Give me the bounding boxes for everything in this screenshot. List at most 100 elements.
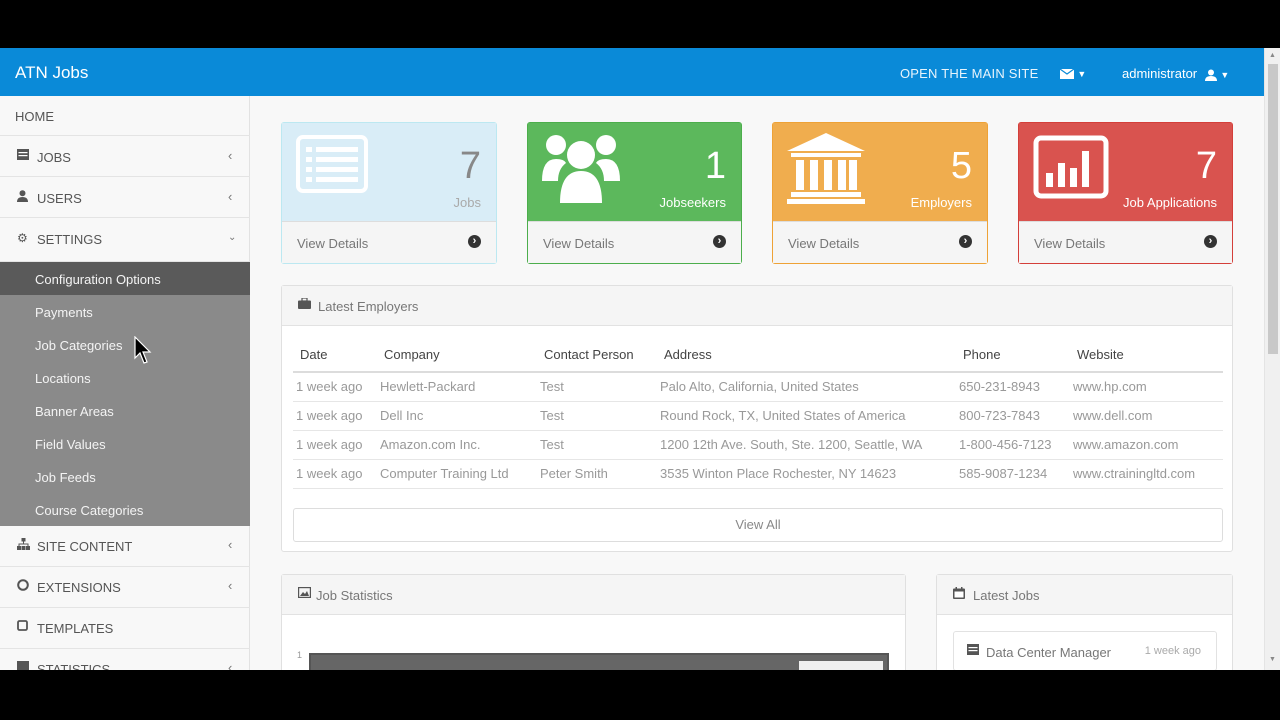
view-details-link[interactable]: View Details ›: [773, 221, 987, 263]
panel-title: Latest Employers: [318, 299, 419, 314]
scroll-down-icon[interactable]: ▼: [1269, 656, 1276, 663]
cell-date: 1 week ago: [293, 401, 377, 431]
column-header[interactable]: Company: [377, 338, 537, 373]
submenu-item-label: Job Categories: [35, 338, 123, 353]
stat-card-jobseekers: 1 Jobseekers View Details ›: [527, 122, 742, 264]
sidebar-item-label: JOBS: [37, 150, 71, 165]
submenu-item-job-categories[interactable]: Job Categories: [0, 328, 250, 361]
username: administrator: [1122, 66, 1198, 81]
stat-label: Employers: [910, 195, 972, 210]
sitemap-icon: [17, 538, 30, 550]
settings-submenu: Configuration Options Payments Job Categ…: [0, 262, 250, 526]
table-row[interactable]: 1 week ago Hewlett-Packard Test Palo Alt…: [293, 372, 1223, 402]
open-main-site-link[interactable]: OPEN THE MAIN SITE: [900, 66, 1038, 81]
submenu-item-job-feeds[interactable]: Job Feeds: [0, 460, 250, 493]
table-row[interactable]: 1 week ago Dell Inc Test Round Rock, TX,…: [293, 401, 1223, 431]
sidebar-item-label: USERS: [37, 191, 82, 206]
cell-address: Round Rock, TX, United States of America: [657, 401, 956, 431]
chart-y-tick: 1: [297, 650, 303, 660]
arrow-circle-right-icon: ›: [468, 235, 481, 248]
cell-phone: 650-231-8943: [956, 372, 1070, 402]
view-details-label: View Details: [297, 236, 369, 251]
list-alt-icon: [296, 135, 368, 193]
scroll-up-icon[interactable]: ▲: [1269, 52, 1276, 59]
sidebar-item-settings[interactable]: ⚙ SETTINGS ⌄: [0, 219, 250, 262]
stat-label: Jobs: [453, 195, 481, 210]
caret-down-icon: ▼: [1220, 70, 1230, 80]
column-header[interactable]: Date: [293, 338, 377, 373]
user-icon: [1204, 69, 1217, 81]
cell-company: Hewlett-Packard: [377, 372, 537, 402]
submenu-item-banner-areas[interactable]: Banner Areas: [0, 394, 250, 427]
job-title: Data Center Manager: [986, 645, 1112, 660]
user-dropdown[interactable]: administrator ▼: [1122, 66, 1229, 81]
submenu-item-configuration-options[interactable]: Configuration Options: [0, 262, 250, 295]
submenu-item-label: Field Values: [35, 437, 106, 452]
messages-dropdown[interactable]: ▼: [1059, 66, 1087, 80]
chevron-down-icon: ⌄: [228, 232, 237, 243]
submenu-item-payments[interactable]: Payments: [0, 295, 250, 328]
table-header-row: Date Company Contact Person Address Phon…: [293, 338, 1223, 373]
view-details-link[interactable]: View Details ›: [282, 221, 496, 263]
stat-card-body: 1 Jobseekers: [528, 123, 741, 221]
sidebar: HOME JOBS ‹ USERS ‹ ⚙ SETTINGS ⌄ Configu…: [0, 96, 250, 670]
envelope-icon: [1059, 68, 1075, 79]
view-all-button[interactable]: View All: [293, 508, 1223, 542]
cell-address: 1200 12th Ave. South, Ste. 1200, Seattle…: [657, 430, 956, 460]
cell-phone: 585-9087-1234: [956, 459, 1070, 489]
users-icon: [542, 135, 620, 203]
chart-legend: [799, 661, 883, 670]
cell-phone: 1-800-456-7123: [956, 430, 1070, 460]
chevron-left-icon: ‹: [228, 537, 233, 552]
view-details-label: View Details: [543, 236, 615, 251]
cell-address: 3535 Winton Place Rochester, NY 14623: [657, 459, 956, 489]
job-statistics-panel: Job Statistics 1: [281, 574, 906, 670]
submenu-item-course-categories[interactable]: Course Categories: [0, 493, 250, 526]
latest-job-item[interactable]: Data Center Manager 1 week ago: [953, 631, 1217, 670]
view-details-label: View Details: [1034, 236, 1106, 251]
cell-company: Amazon.com Inc.: [377, 430, 537, 460]
sidebar-item-jobs[interactable]: JOBS ‹: [0, 137, 250, 177]
cell-website: www.dell.com: [1070, 401, 1223, 431]
view-details-link[interactable]: View Details ›: [1019, 221, 1232, 263]
stat-card-employers: 5 Employers View Details ›: [772, 122, 988, 264]
arrow-circle-right-icon: ›: [959, 235, 972, 248]
sidebar-item-templates[interactable]: TEMPLATES: [0, 608, 250, 649]
sidebar-item-extensions[interactable]: EXTENSIONS ‹: [0, 567, 250, 608]
cell-phone: 800-723-7843: [956, 401, 1070, 431]
brand-title[interactable]: ATN Jobs: [15, 63, 88, 83]
sidebar-item-site-content[interactable]: SITE CONTENT ‹: [0, 526, 250, 567]
submenu-item-label: Locations: [35, 371, 91, 386]
column-header[interactable]: Contact Person: [537, 338, 657, 373]
column-header[interactable]: Phone: [956, 338, 1070, 373]
submenu-item-locations[interactable]: Locations: [0, 361, 250, 394]
stat-card-body: 7 Job Applications: [1019, 123, 1232, 221]
cell-date: 1 week ago: [293, 372, 377, 402]
submenu-item-label: Course Categories: [35, 503, 144, 518]
view-details-link[interactable]: View Details ›: [528, 221, 741, 263]
vertical-scrollbar[interactable]: ▲ ▼: [1264, 48, 1280, 670]
cell-contact: Test: [537, 372, 657, 402]
chart-icon: [17, 661, 29, 670]
submenu-item-field-values[interactable]: Field Values: [0, 427, 250, 460]
cell-date: 1 week ago: [293, 430, 377, 460]
sidebar-item-home[interactable]: HOME: [0, 96, 250, 136]
cell-contact: Test: [537, 401, 657, 431]
briefcase-icon: [298, 298, 311, 309]
bar-chart-icon: [1033, 135, 1109, 199]
table-row[interactable]: 1 week ago Amazon.com Inc. Test 1200 12t…: [293, 430, 1223, 460]
cell-contact: Peter Smith: [537, 459, 657, 489]
panel-header: Latest Employers: [282, 286, 1232, 326]
latest-employers-panel: Latest Employers Date Company Contact Pe…: [281, 285, 1233, 552]
sidebar-item-statistics[interactable]: STATISTICS ‹: [0, 649, 250, 670]
sidebar-item-users[interactable]: USERS ‹: [0, 178, 250, 218]
cell-address: Palo Alto, California, United States: [657, 372, 956, 402]
stat-card-job-applications: 7 Job Applications View Details ›: [1018, 122, 1233, 264]
table-row[interactable]: 1 week ago Computer Training Ltd Peter S…: [293, 459, 1223, 489]
column-header[interactable]: Website: [1070, 338, 1223, 373]
column-header[interactable]: Address: [657, 338, 956, 373]
panel-header: Job Statistics: [282, 575, 905, 615]
caret-down-icon: ▼: [1077, 69, 1087, 79]
submenu-item-label: Job Feeds: [35, 470, 96, 485]
scroll-thumb[interactable]: [1268, 64, 1278, 354]
